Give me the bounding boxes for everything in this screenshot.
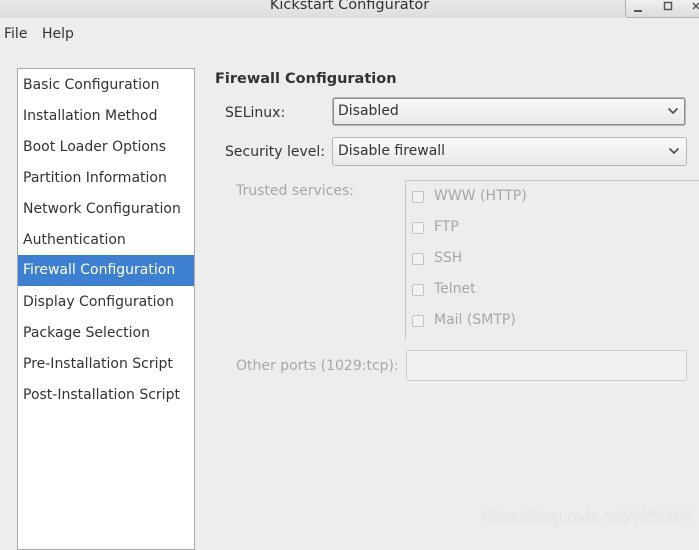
service-label: Mail (SMTP) [434,312,516,328]
service-label: Telnet [434,281,476,297]
selinux-dropdown[interactable]: Disabled [332,97,686,126]
chevron-down-icon [668,147,680,155]
sidebar-item-pre-installation-script[interactable]: Pre-Installation Script [18,349,194,380]
other-ports-input[interactable] [406,350,687,381]
trusted-services-label: Trusted services: [236,183,355,199]
watermark: https://blog.csdn.net/Y950904 [481,510,693,526]
close-icon [692,2,699,10]
maximize-icon [663,1,673,11]
service-label: WWW (HTTP) [434,188,527,204]
other-ports-label: Other ports (1029:tcp): [236,358,399,374]
sidebar-item-authentication[interactable]: Authentication [18,225,194,256]
title-bar: Kickstart Configurator [0,0,699,18]
sidebar-item-display-configuration[interactable]: Display Configuration [18,287,194,318]
checkbox[interactable] [412,191,424,203]
checkbox[interactable] [412,222,424,234]
minimize-button[interactable] [628,0,648,17]
selinux-value: Disabled [338,103,399,119]
service-label: FTP [434,219,459,235]
menu-help[interactable]: Help [42,26,74,42]
menu-bar: File Help [0,22,699,48]
window-controls [625,0,699,18]
menu-file[interactable]: File [4,26,27,42]
sidebar-item-post-installation-script[interactable]: Post-Installation Script [18,380,194,411]
sidebar-item-installation-method[interactable]: Installation Method [18,101,194,132]
sidebar-item-partition-information[interactable]: Partition Information [18,163,194,194]
security-level-label: Security level: [225,144,325,160]
maximize-button[interactable] [658,0,678,17]
sidebar-item-network-configuration[interactable]: Network Configuration [18,194,194,225]
checkbox[interactable] [412,253,424,265]
checkbox[interactable] [412,284,424,296]
section-heading: Firewall Configuration [215,71,397,87]
checkbox[interactable] [412,315,424,327]
minimize-icon [634,10,642,12]
sidebar-item-boot-loader-options[interactable]: Boot Loader Options [18,132,194,163]
close-button[interactable] [686,0,699,17]
sidebar-item-firewall-configuration[interactable]: Firewall Configuration [18,255,194,286]
sidebar-item-package-selection[interactable]: Package Selection [18,318,194,349]
window-title: Kickstart Configurator [269,0,430,13]
sidebar-list: Basic Configuration Installation Method … [17,68,195,550]
service-label: SSH [434,250,463,266]
selinux-label: SELinux: [225,105,286,121]
chevron-down-icon [667,107,679,115]
security-level-value: Disable firewall [338,143,446,159]
security-level-dropdown[interactable]: Disable firewall [332,137,687,166]
sidebar-item-basic-configuration[interactable]: Basic Configuration [18,70,194,101]
